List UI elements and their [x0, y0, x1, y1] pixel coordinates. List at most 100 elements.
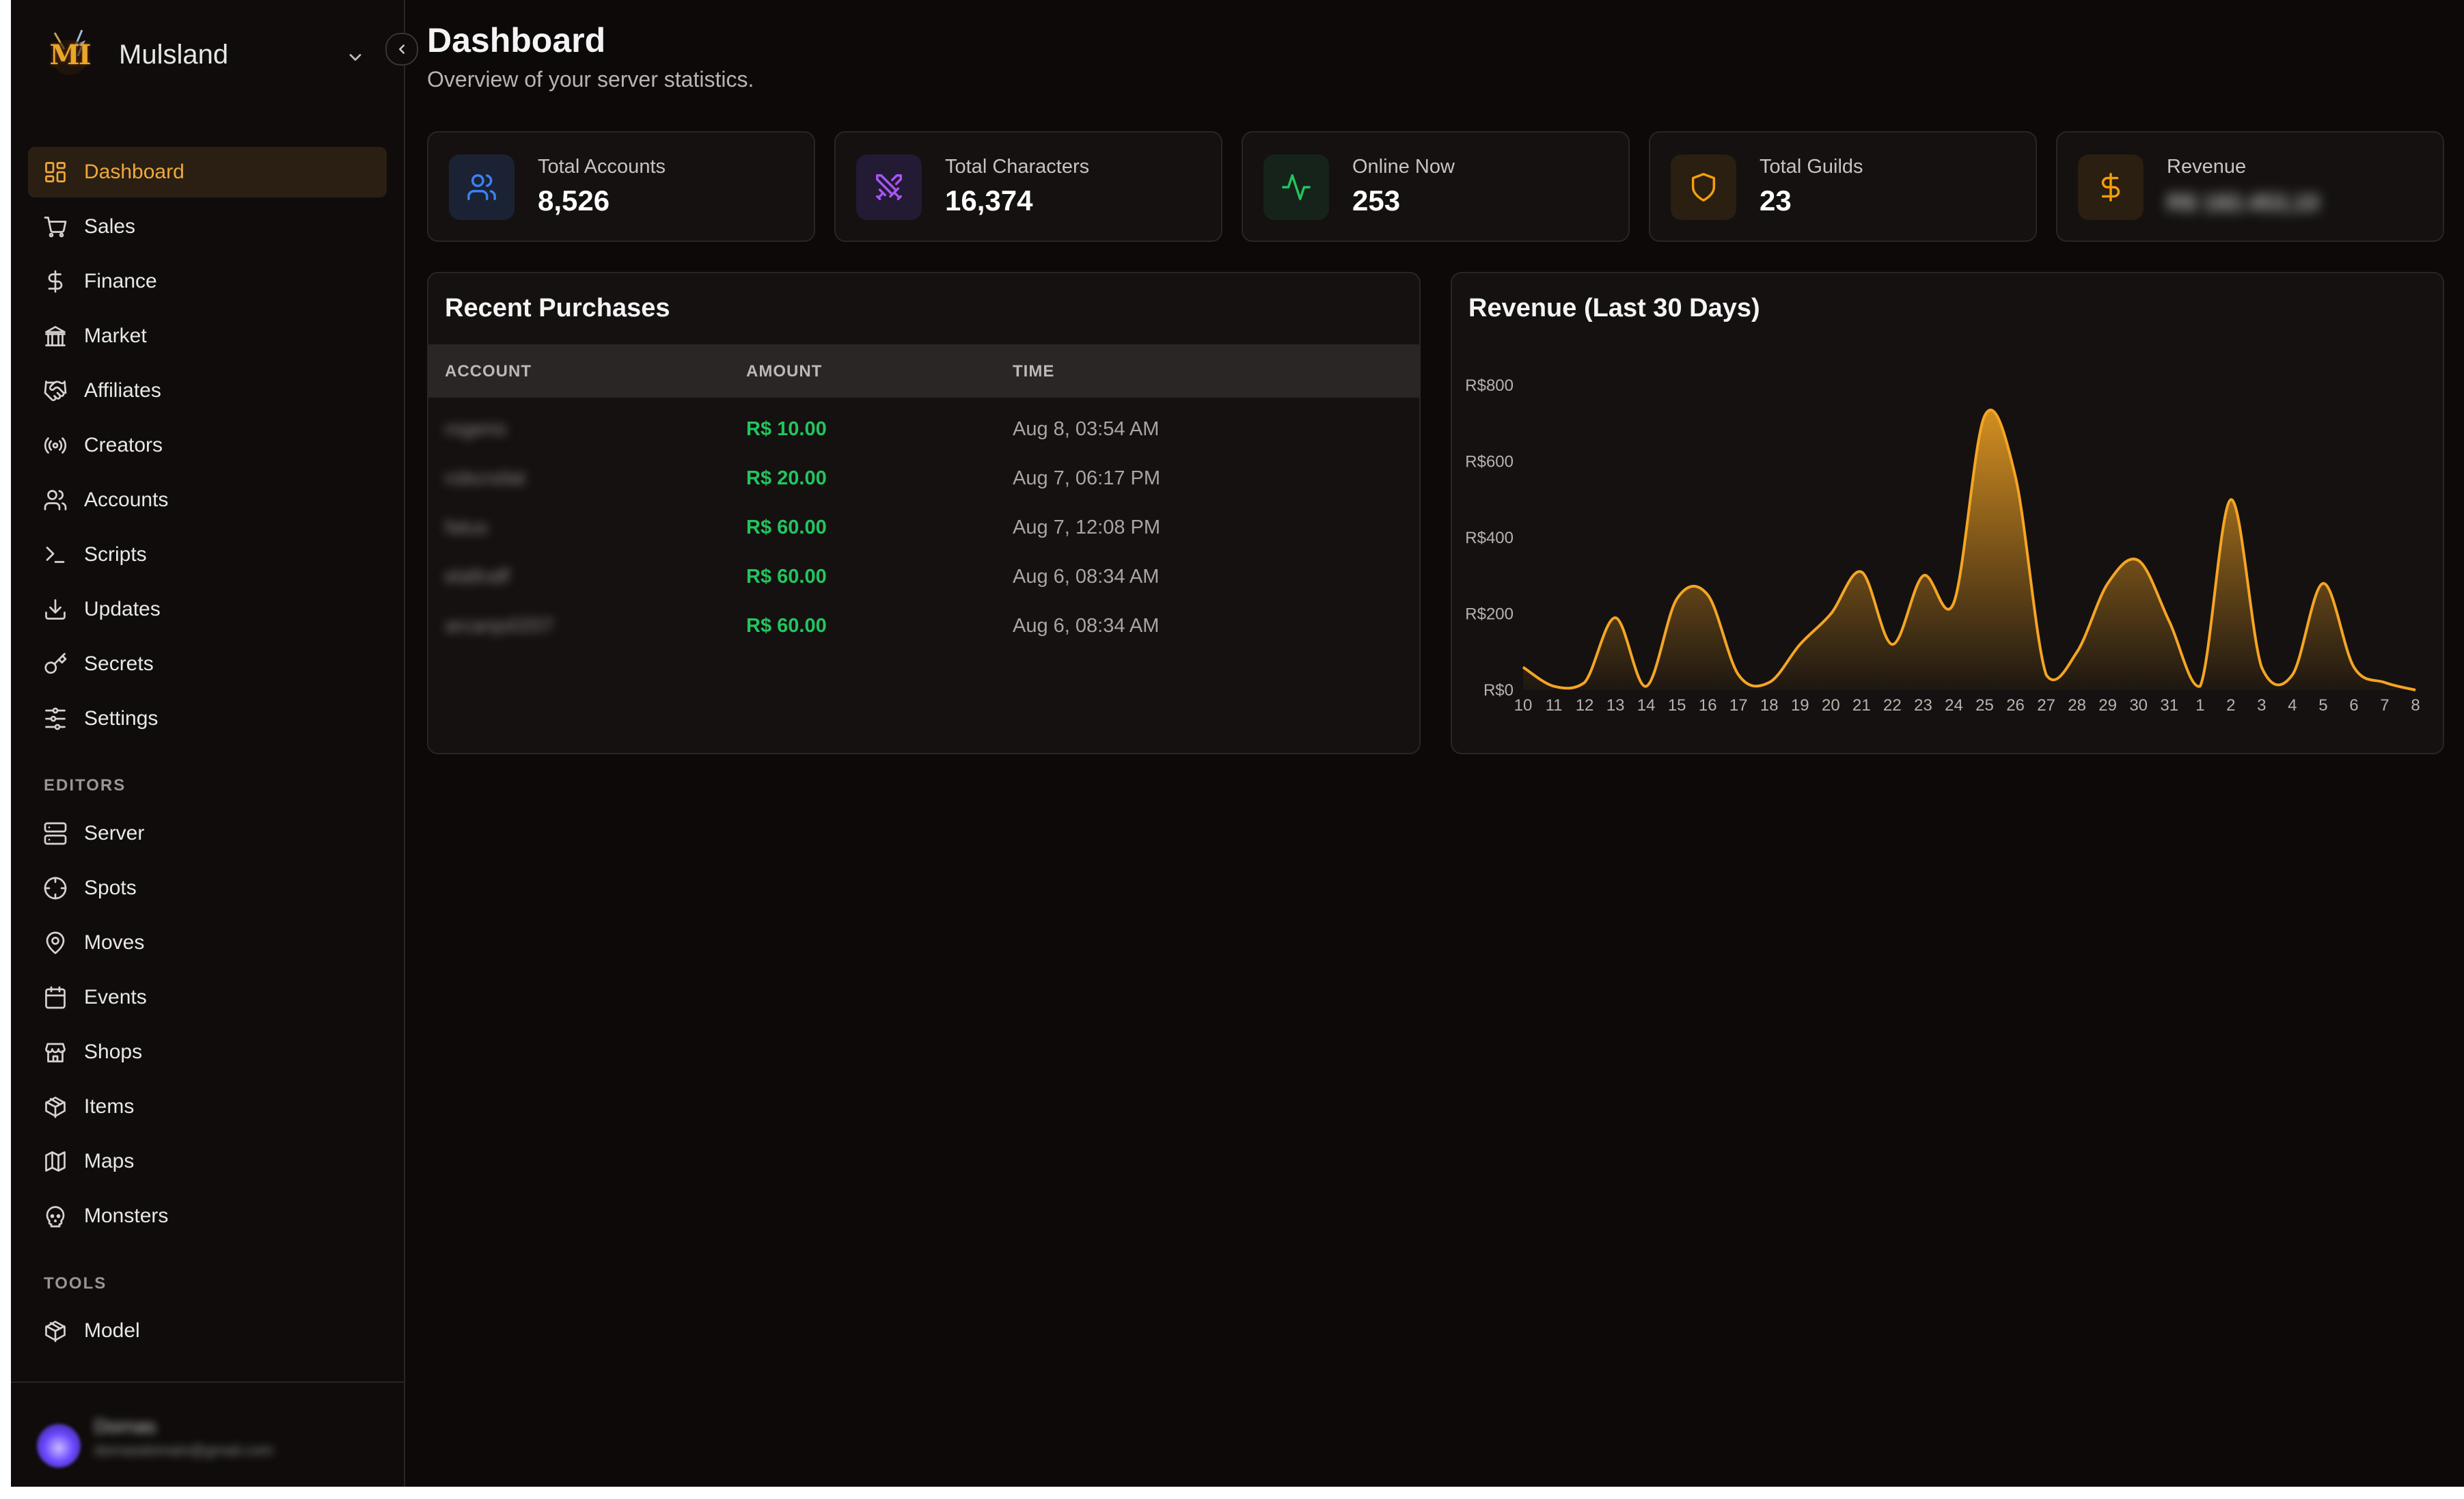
activity-icon — [1282, 174, 1311, 200]
sidebar-item-spots[interactable]: Spots — [28, 863, 387, 913]
skull-icon — [46, 1206, 65, 1228]
download-icon — [45, 599, 66, 620]
sidebar-item-affiliates[interactable]: Affiliates — [28, 366, 387, 416]
table-row[interactable]: arcanjo0207 R$ 60.00 Aug 6, 08:34 AM — [428, 601, 1419, 650]
table-row[interactable]: rogerio R$ 10.00 Aug 8, 03:54 AM — [428, 404, 1419, 454]
x-tick-label: 30 — [2129, 696, 2148, 715]
revenue-chart-panel: Revenue (Last 30 Days) R$0 R$200 R$400 R$60… — [1451, 272, 2444, 754]
revenue-point[interactable] — [2193, 679, 2207, 693]
sidebar-item-label: Spots — [84, 877, 137, 899]
sidebar-item-secrets[interactable]: Secrets — [28, 639, 387, 689]
revenue-point[interactable] — [2286, 668, 2299, 682]
section-title-tools: TOOLS — [44, 1274, 107, 1293]
revenue-point[interactable] — [1947, 596, 1960, 609]
chevron-down-icon[interactable] — [346, 48, 365, 67]
revenue-point[interactable] — [1516, 661, 1530, 674]
revenue-point[interactable] — [2040, 668, 2053, 682]
stat-icon — [856, 154, 922, 220]
table-row[interactable]: elafiraff R$ 60.00 Aug 6, 08:34 AM — [428, 552, 1419, 601]
revenue-point[interactable] — [2132, 553, 2146, 567]
cell-account: elafiraff — [445, 566, 510, 588]
x-tick-label: 10 — [1514, 696, 1533, 715]
revenue-point[interactable] — [1793, 637, 1807, 651]
x-tick-label: 1 — [2195, 696, 2204, 715]
revenue-point[interactable] — [2316, 577, 2330, 590]
collapse-sidebar-button[interactable] — [385, 33, 418, 66]
stat-value: R$ 182.453,10 — [2167, 190, 2320, 216]
sidebar-item-label: Model — [84, 1319, 140, 1342]
stat-value: 8,526 — [538, 184, 610, 217]
revenue-point[interactable] — [2070, 645, 2084, 659]
x-tick-label: 8 — [2411, 696, 2420, 715]
revenue-point[interactable] — [1762, 676, 1776, 689]
sidebar-item-label: Server — [84, 822, 145, 844]
sidebar-nav-main: Dashboard Sales Finance Market Affiliates Cre… — [28, 147, 387, 748]
map-icon — [45, 1151, 66, 1172]
revenue-point[interactable] — [2255, 661, 2269, 674]
sidebar-item-market[interactable]: Market — [28, 311, 387, 361]
stat-card-total-characters: Total Characters 16,374 — [834, 131, 1222, 242]
user-profile[interactable]: Dornas dornasdomain@gmail.com — [11, 1381, 404, 1487]
sidebar-item-label: Accounts — [84, 489, 169, 511]
revenue-point[interactable] — [1854, 565, 1868, 579]
cell-account: rogerio — [445, 418, 507, 440]
x-tick-label: 7 — [2380, 696, 2389, 715]
revenue-point[interactable] — [2224, 493, 2238, 506]
sidebar-item-creators[interactable]: Creators — [28, 420, 387, 471]
sidebar-item-moves[interactable]: Moves — [28, 918, 387, 968]
sidebar-item-sales[interactable]: Sales — [28, 202, 387, 252]
revenue-point[interactable] — [1547, 679, 1561, 693]
x-tick-label: 12 — [1576, 696, 1594, 715]
map-pin-icon — [46, 931, 65, 954]
x-tick-label: 15 — [1668, 696, 1686, 715]
sidebar-item-updates[interactable]: Updates — [28, 584, 387, 635]
revenue-point[interactable] — [1978, 409, 1992, 423]
sidebar-item-shops[interactable]: Shops — [28, 1027, 387, 1077]
x-tick-label: 27 — [2037, 696, 2055, 715]
sidebar-item-accounts[interactable]: Accounts — [28, 475, 387, 525]
sidebar-item-items[interactable]: Items — [28, 1082, 387, 1132]
revenue-point[interactable] — [2009, 470, 2023, 484]
sidebar-item-scripts[interactable]: Scripts — [28, 530, 387, 580]
revenue-point[interactable] — [1609, 611, 1622, 624]
sidebar-item-dashboard[interactable]: Dashboard — [28, 147, 387, 197]
x-tick-label: 18 — [1760, 696, 1779, 715]
revenue-point[interactable] — [2163, 615, 2176, 629]
revenue-point[interactable] — [1824, 607, 1837, 621]
revenue-point[interactable] — [2347, 661, 2361, 674]
revenue-point[interactable] — [2409, 683, 2422, 697]
revenue-point[interactable] — [2378, 676, 2392, 689]
x-tick-label: 28 — [2068, 696, 2086, 715]
sidebar-item-monsters[interactable]: Monsters — [28, 1191, 387, 1241]
revenue-point[interactable] — [1670, 592, 1684, 605]
chevron-left-icon — [399, 44, 405, 54]
shield-icon — [1691, 173, 1716, 202]
revenue-point[interactable] — [2101, 577, 2115, 590]
sidebar-item-events[interactable]: Events — [28, 972, 387, 1023]
revenue-point[interactable] — [1639, 679, 1653, 693]
stat-value: 23 — [1760, 184, 1792, 217]
stat-label: Total Guilds — [1760, 156, 1863, 178]
table-row[interactable]: fatus R$ 60.00 Aug 7, 12:08 PM — [428, 503, 1419, 552]
revenue-point[interactable] — [1701, 588, 1714, 602]
users-icon — [467, 174, 496, 200]
revenue-point[interactable] — [1916, 569, 1930, 583]
cell-amount: R$ 60.00 — [746, 517, 827, 538]
sidebar-item-label: Market — [84, 325, 147, 347]
stat-value: 16,374 — [945, 184, 1033, 217]
brand-switcher[interactable]: MI Mulsland — [41, 26, 228, 83]
revenue-point[interactable] — [1578, 676, 1591, 689]
table-row[interactable]: robcrsilat R$ 20.00 Aug 7, 06:17 PM — [428, 454, 1419, 503]
revenue-point[interactable] — [1731, 668, 1745, 682]
sidebar-item-maps[interactable]: Maps — [28, 1136, 387, 1187]
stat-icon — [1671, 154, 1736, 220]
users-icon — [44, 490, 67, 510]
sidebar-item-finance[interactable]: Finance — [28, 256, 387, 307]
revenue-point[interactable] — [1885, 637, 1899, 651]
sidebar-item-model[interactable]: Model — [28, 1306, 387, 1356]
y-tick-label: R$600 — [1465, 453, 1514, 471]
x-tick-label: 23 — [1914, 696, 1932, 715]
package-icon — [45, 1097, 66, 1118]
sidebar-item-settings[interactable]: Settings — [28, 693, 387, 744]
sidebar-item-server[interactable]: Server — [28, 808, 387, 859]
